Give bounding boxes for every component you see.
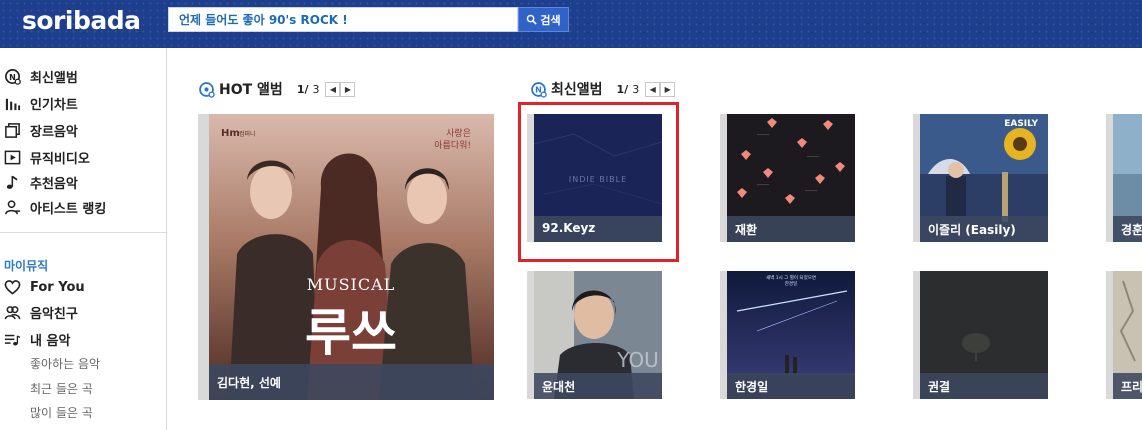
new-page-current: 1/ — [616, 82, 629, 96]
album-label: 권결 — [920, 373, 1048, 399]
music-note-icon — [4, 174, 21, 191]
svg-text:─────: ───── — [804, 188, 818, 193]
sidebar-item-label: 뮤직비디오 — [30, 151, 90, 167]
sidebar-divider — [0, 232, 167, 233]
hot-album-cover: Hm 컴퍼니 사랑은 아름다워! MUSICAL 루쓰 — [209, 114, 494, 400]
album-card-free[interactable]: 프리 — [1113, 271, 1142, 399]
hot-album-header: HOT 앨범 1/ 3 ◀ ▶ — [198, 78, 356, 100]
hot-brand-logo: Hm — [221, 128, 240, 139]
search-button-label: 검색 — [540, 13, 561, 27]
sidebar-sub-recent[interactable]: 최근 들은 곡 — [30, 380, 93, 397]
hot-album-card[interactable]: Hm 컴퍼니 사랑은 아름다워! MUSICAL 루쓰 김다현, 선예 — [209, 114, 494, 400]
hot-brand-small: 컴퍼니 — [239, 130, 256, 138]
album-art-text: EASILY — [1004, 119, 1038, 129]
sidebar-item-chart[interactable]: 인기차트 — [4, 93, 78, 113]
sidebar-item-label: 최신앨범 — [30, 70, 78, 86]
top-header: soribada 검색 — [0, 0, 1142, 48]
my-music-title[interactable]: 마이뮤직 — [4, 257, 48, 274]
hot-musical-text: MUSICAL — [307, 275, 396, 294]
hot-card-shadow — [198, 114, 209, 400]
soribada-logo[interactable]: soribada — [22, 6, 141, 35]
friends-icon — [4, 304, 21, 321]
hot-album-icon — [199, 81, 215, 98]
album-card-kyunghoon[interactable]: 경훈 — [1113, 114, 1142, 242]
search-icon — [527, 14, 538, 25]
hot-page-total: 3 — [312, 82, 320, 96]
hot-next-button[interactable]: ▶ — [340, 81, 356, 97]
new-album-icon: N — [4, 68, 21, 85]
chart-bars-icon — [4, 95, 21, 112]
hot-page-current: 1/ — [296, 82, 309, 96]
album-card-easily[interactable]: EASILY 이즐리 (Easily) — [920, 114, 1048, 242]
sidebar-item-artist-ranking[interactable]: 아티스트 랭킹 — [4, 197, 106, 217]
sidebar-item-my-music[interactable]: 내 음악 — [4, 329, 70, 349]
album-art-text: YOU — [616, 348, 659, 372]
new-album-title: 최신앨범 — [551, 82, 603, 98]
sidebar-item-genre[interactable]: 장르음악 — [4, 120, 78, 140]
svg-text:─────: ───── — [806, 154, 820, 159]
hot-album-label: 김다현, 선예 — [209, 364, 494, 400]
sidebar: N 최신앨범 인기차트 장르음악 뮤직비디오 추천음악 아티스트 랭킹 마이뮤직… — [0, 48, 167, 430]
sidebar-item-new-album[interactable]: N 최신앨범 — [4, 66, 78, 86]
playlist-icon — [4, 331, 21, 348]
sidebar-item-label: 아티스트 랭킹 — [30, 201, 107, 217]
hot-title-art: 루쓰 — [305, 303, 397, 362]
search-button[interactable]: 검색 — [518, 7, 569, 32]
sidebar-item-for-you[interactable]: For You — [4, 277, 85, 297]
album-label: 윤대천 — [534, 373, 662, 399]
album-label: 프리 — [1113, 373, 1142, 399]
album-label: 재환 — [727, 216, 855, 242]
hot-album-title: HOT 앨범 — [219, 82, 283, 98]
search-box[interactable] — [168, 7, 518, 32]
sidebar-item-label: 인기차트 — [30, 97, 78, 113]
new-prev-button[interactable]: ◀ — [645, 81, 661, 97]
album-card-kwongyeol[interactable]: 권결 — [920, 271, 1048, 399]
play-box-icon — [4, 149, 21, 166]
new-album-header: N 최신앨범 1/ 3 ◀ ▶ — [530, 78, 676, 100]
sidebar-item-music-friends[interactable]: 음악친구 — [4, 302, 78, 322]
album-card-jaehwan[interactable]: ───── ───── ───── ───── 재환 — [727, 114, 855, 242]
new-pager: 1/ 3 ◀ ▶ — [616, 81, 676, 97]
heart-icon — [4, 279, 21, 296]
selection-highlight — [518, 102, 679, 262]
hot-pager: 1/ 3 ◀ ▶ — [296, 81, 356, 97]
genre-squares-icon — [4, 122, 21, 139]
sidebar-sub-most-played[interactable]: 많이 들은 곡 — [30, 404, 93, 421]
album-label: 경훈 — [1113, 216, 1142, 242]
svg-text:─────: ───── — [756, 132, 770, 137]
sidebar-item-label: 음악친구 — [30, 306, 78, 322]
album-card-hankyungil[interactable]: 새벽 1시 그 별이 되었으면 한경일 한경일 — [727, 271, 855, 399]
album-card-yundaecheon[interactable]: YOU 윤대천 — [534, 271, 662, 399]
sidebar-item-label: 추천음악 — [30, 176, 78, 192]
new-page-total: 3 — [632, 82, 640, 96]
sidebar-item-label: 장르음악 — [30, 124, 78, 140]
svg-text:─────: ───── — [756, 182, 770, 187]
sidebar-sub-liked[interactable]: 좋아하는 음악 — [30, 355, 100, 372]
new-next-button[interactable]: ▶ — [660, 81, 676, 97]
new-album-section-icon: N — [531, 81, 547, 98]
sidebar-item-label: 내 음악 — [30, 333, 71, 349]
hot-prev-button[interactable]: ◀ — [325, 81, 341, 97]
artist-person-icon — [4, 199, 21, 216]
album-label: 한경일 — [727, 373, 855, 399]
album-label: 이즐리 (Easily) — [920, 216, 1048, 242]
sidebar-item-recommend[interactable]: 추천음악 — [4, 172, 78, 192]
search-input[interactable] — [169, 8, 517, 31]
sidebar-item-music-video[interactable]: 뮤직비디오 — [4, 147, 90, 167]
sidebar-item-label: For You — [30, 279, 85, 295]
